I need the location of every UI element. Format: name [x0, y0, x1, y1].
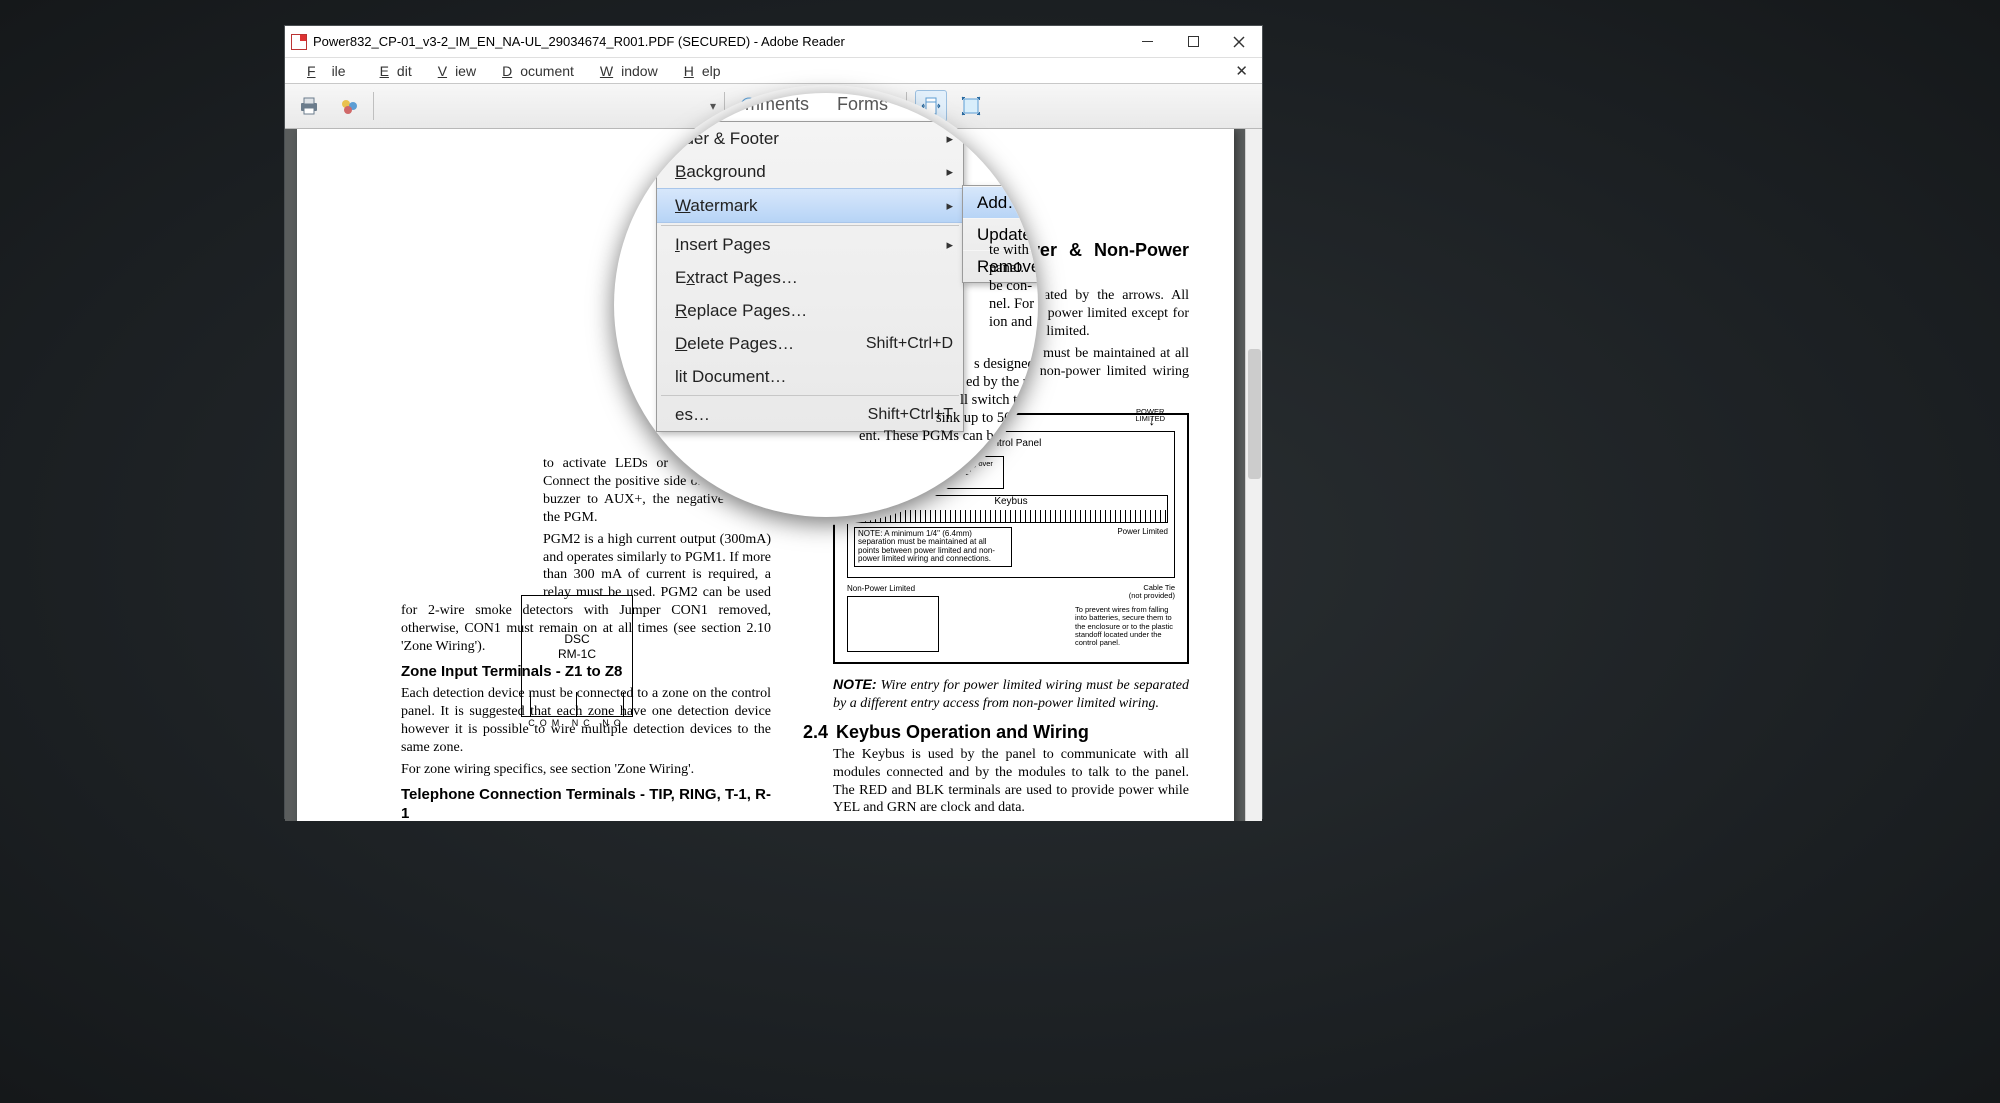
submenu-item-add[interactable]: Add…	[963, 186, 1038, 218]
menu-item-background[interactable]: Background	[657, 155, 963, 188]
maximize-icon	[1188, 36, 1199, 47]
menu-item-header-footer[interactable]: ader & Footer	[657, 122, 963, 155]
menu-help[interactable]: Help	[668, 61, 729, 81]
menu-item-extract-pages[interactable]: Extract Pages…	[657, 261, 963, 294]
menu-bar: File Edit View Document Window Help ✕	[285, 58, 1262, 84]
menu-separator	[661, 225, 959, 226]
minimize-icon	[1142, 36, 1153, 47]
menu-item-delete-pages[interactable]: Delete Pages…Shift+Ctrl+D	[657, 327, 963, 360]
print-button[interactable]	[293, 90, 325, 122]
close-button[interactable]	[1216, 26, 1262, 57]
title-bar: Power832_CP-01_v3-2_IM_EN_NA-UL_29034674…	[285, 26, 1262, 58]
s24-paragraph-1: The Keybus is used by the panel to commu…	[803, 746, 1189, 818]
window-title: Power832_CP-01_v3-2_IM_EN_NA-UL_29034674…	[313, 34, 845, 49]
collaborate-button[interactable]	[333, 90, 365, 122]
document-menu-dropdown: ader & Footer Background Watermark Inser…	[656, 121, 964, 432]
menu-view[interactable]: View	[422, 61, 484, 81]
tab-comments[interactable]: Comments	[720, 93, 811, 118]
vertical-scrollbar[interactable]	[1245, 129, 1262, 821]
menu-separator	[661, 395, 959, 396]
menu-item-watermark[interactable]: Watermark	[657, 188, 963, 223]
frag-line-3: be con-	[989, 277, 1038, 296]
scrollbar-thumb[interactable]	[1248, 349, 1261, 479]
frag-line-2: panel.	[989, 259, 1038, 278]
tab-tools[interactable]: Tools	[914, 93, 960, 118]
s23-note: NOTE: Wire entry for power limited wirin…	[803, 676, 1189, 713]
maximize-button[interactable]	[1170, 26, 1216, 57]
tab-cutoff[interactable]: A	[984, 93, 1000, 118]
frag-line-9: sink up to 50 mA of	[936, 409, 1038, 428]
menu-item-replace-pages[interactable]: Replace Pages…	[657, 294, 963, 327]
zone-paragraph-2: For zone wiring specifics, see section '…	[401, 761, 771, 779]
menu-edit[interactable]: Edit	[364, 61, 420, 81]
frag-line-5: ion and	[989, 313, 1038, 332]
search-fragment: Se	[974, 135, 995, 155]
section-24-header: 2.4Keybus Operation and Wiring	[803, 721, 1189, 744]
printer-icon	[298, 95, 320, 117]
menu-window[interactable]: Window	[584, 61, 666, 81]
frag-line-4: nel. For	[989, 295, 1038, 314]
frag-line-1: te with	[989, 241, 1038, 260]
frag-line-8: ll switch to ground	[960, 391, 1038, 410]
collaborate-icon	[338, 95, 360, 117]
menu-item-insert-pages[interactable]: Insert Pages	[657, 228, 963, 261]
menu-item-split-document[interactable]: lit Document…	[657, 360, 963, 393]
menubar-close-button[interactable]: ✕	[1227, 60, 1256, 82]
minimize-button[interactable]	[1124, 26, 1170, 57]
frag-line-6: s designed so	[974, 355, 1038, 374]
relay-diagram: DSC RM-1C COM NC NO	[521, 595, 633, 717]
magnifier-overlay: Comments Forms Tools A Se ader & Footer …	[614, 93, 1038, 517]
frag-line-10: ent. These PGMs can be used	[859, 427, 1038, 446]
close-icon	[1233, 36, 1245, 48]
menu-document[interactable]: Document	[486, 61, 582, 81]
frag-line-7: ed by the panel,	[966, 373, 1038, 392]
menu-file[interactable]: File	[291, 61, 362, 81]
pdf-file-icon	[291, 34, 307, 50]
tab-forms[interactable]: Forms	[835, 93, 890, 118]
separator	[373, 92, 374, 120]
telephone-heading: Telephone Connection Terminals - TIP, RI…	[401, 785, 771, 821]
zoomed-tabstrip: Comments Forms Tools A	[720, 93, 1000, 118]
